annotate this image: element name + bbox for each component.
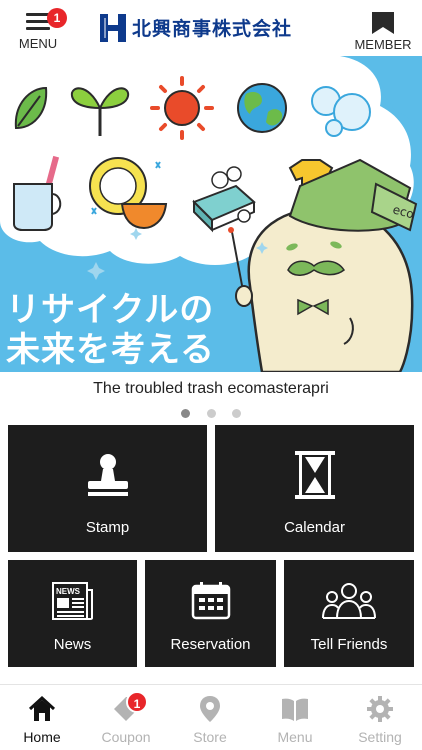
carousel-pagination bbox=[0, 405, 422, 423]
stamp-tile[interactable]: Stamp bbox=[8, 425, 207, 552]
reservation-label: Reservation bbox=[170, 636, 251, 653]
tab-coupon[interactable]: 1 Coupon bbox=[84, 691, 168, 747]
stamp-icon bbox=[88, 454, 128, 496]
member-button[interactable]: MEMBER bbox=[352, 10, 414, 52]
people-icon bbox=[322, 583, 376, 619]
newspaper-icon: NEWS bbox=[52, 582, 93, 620]
home-icon bbox=[28, 695, 56, 721]
tab-home[interactable]: Home bbox=[0, 691, 84, 747]
hourglass-icon bbox=[295, 451, 335, 499]
banner-headline-line2: 未来を考える bbox=[6, 330, 215, 370]
company-logo: 北興商事株式会社 bbox=[100, 12, 322, 44]
calendar-grid-icon bbox=[191, 582, 231, 620]
app-header: 1 MENU 北興商事株式会社 MEMBER bbox=[0, 0, 422, 56]
book-icon bbox=[282, 698, 308, 721]
tab-menu[interactable]: Menu bbox=[253, 691, 337, 747]
menu-button[interactable]: 1 MENU bbox=[14, 8, 67, 52]
menu-label: MENU bbox=[18, 36, 58, 51]
tab-coupon-label: Coupon bbox=[101, 729, 151, 745]
news-label: News bbox=[53, 636, 92, 653]
newspaper-icon-text: NEWS bbox=[56, 587, 81, 596]
bookmark-icon bbox=[372, 12, 394, 34]
earth-icon bbox=[237, 83, 287, 133]
carousel-caption: The troubled trash ecomasterapri bbox=[93, 380, 329, 397]
map-pin-icon bbox=[200, 696, 220, 722]
carousel-dot-2[interactable] bbox=[206, 409, 216, 418]
tell-friends-tile[interactable]: Tell Friends bbox=[284, 560, 414, 667]
logo-h-icon bbox=[100, 14, 126, 42]
calendar-tile[interactable]: Calendar bbox=[215, 425, 414, 552]
coupon-badge: 1 bbox=[126, 691, 148, 713]
bottom-tab-bar: Home 1 Coupon Store Menu Setting bbox=[0, 684, 422, 750]
carousel-dot-1[interactable] bbox=[181, 409, 191, 418]
carousel-dot-3[interactable] bbox=[231, 409, 241, 418]
carousel-banner[interactable]: eco リサイクルの 未来を考える bbox=[0, 56, 422, 372]
news-tile[interactable]: NEWS News bbox=[8, 560, 137, 667]
menu-notification-badge: 1 bbox=[47, 8, 67, 28]
tab-setting-label: Setting bbox=[358, 729, 402, 745]
tab-home-label: Home bbox=[23, 729, 61, 745]
reservation-tile[interactable]: Reservation bbox=[145, 560, 276, 667]
tab-store[interactable]: Store bbox=[168, 691, 252, 747]
calendar-label: Calendar bbox=[284, 519, 345, 536]
stamp-label: Stamp bbox=[85, 519, 130, 536]
gear-icon bbox=[367, 696, 393, 722]
tell-friends-label: Tell Friends bbox=[310, 636, 388, 653]
tab-menu-label: Menu bbox=[277, 729, 313, 745]
member-label: MEMBER bbox=[354, 37, 412, 52]
tab-store-label: Store bbox=[193, 729, 227, 745]
tab-setting[interactable]: Setting bbox=[338, 691, 422, 747]
company-name: 北興商事株式会社 bbox=[132, 18, 293, 40]
